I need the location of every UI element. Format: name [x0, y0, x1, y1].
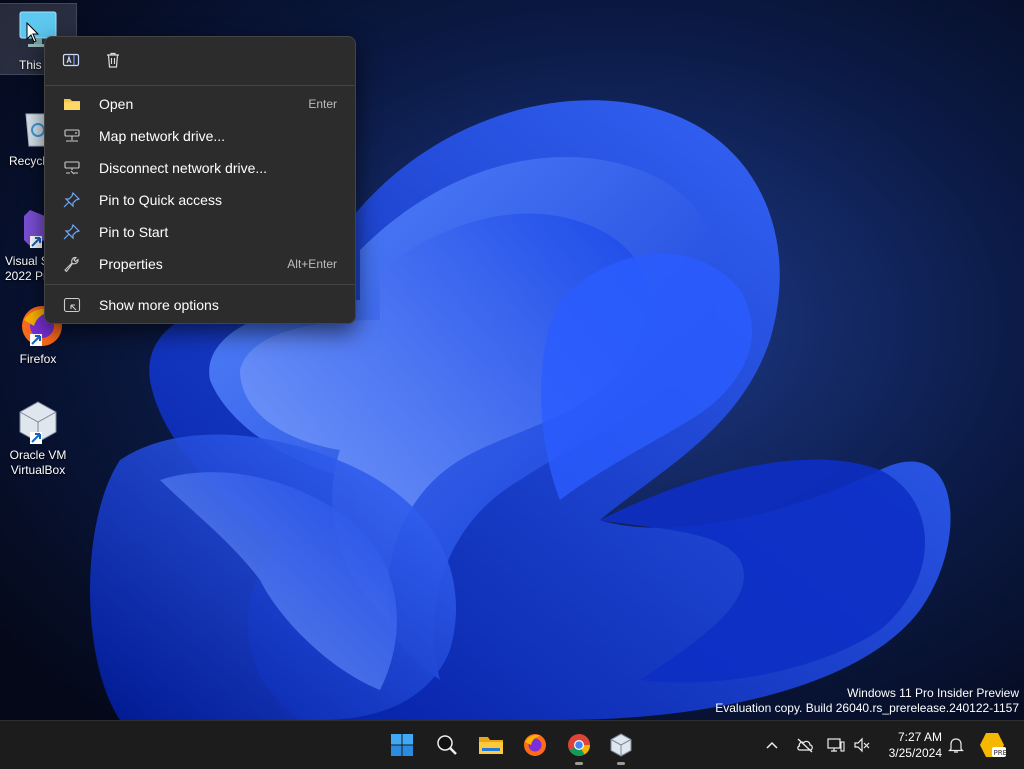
notifications-button[interactable] — [946, 735, 966, 755]
firefox-icon — [524, 734, 546, 756]
pin-icon — [61, 191, 83, 209]
menu-item-label: Disconnect network drive... — [99, 160, 268, 176]
taskbar: 7:27 AM 3/25/2024 PRE — [0, 720, 1024, 769]
running-indicator — [617, 762, 625, 765]
volume-status[interactable] — [852, 735, 872, 755]
start-button[interactable] — [386, 729, 418, 761]
start-icon — [391, 734, 413, 756]
watermark-line-1: Windows 11 Pro Insider Preview — [847, 686, 1019, 700]
menu-item-label: Pin to Quick access — [99, 192, 222, 208]
file-explorer-icon — [479, 737, 503, 754]
context-menu: Open Enter Map network drive... Disconne… — [44, 36, 356, 324]
disconnect-drive-icon — [61, 159, 83, 177]
menu-item-pin-to-quick-access[interactable]: Pin to Quick access — [49, 184, 351, 216]
rename-icon[interactable] — [57, 46, 85, 74]
desktop-icon-virtualbox[interactable]: Oracle VM VirtualBox — [0, 400, 76, 478]
evaluation-watermark: Windows 11 Pro Insider Preview Evaluatio… — [715, 686, 1019, 716]
network-drive-icon — [61, 127, 83, 145]
mouse-cursor-icon — [26, 22, 40, 43]
network-icon — [827, 738, 845, 752]
virtualbox-icon — [610, 733, 632, 757]
taskbar-file-explorer[interactable] — [475, 729, 507, 761]
menu-item-label: Open — [99, 96, 134, 112]
menu-item-label: Show more options — [99, 297, 219, 313]
menu-item-label: Map network drive... — [99, 128, 226, 144]
wrench-icon — [61, 255, 83, 273]
clock-date: 3/25/2024 — [888, 746, 942, 760]
running-indicator — [575, 762, 583, 765]
network-status[interactable] — [826, 735, 846, 755]
menu-item-label: Pin to Start — [99, 224, 169, 240]
search-icon — [437, 735, 457, 755]
menu-separator — [45, 284, 355, 285]
insider-preview-icon: PRE — [980, 733, 1007, 757]
chevron-up-icon — [766, 741, 778, 749]
more-options-icon — [61, 296, 83, 314]
menu-item-show-more-options[interactable]: Show more options — [49, 289, 351, 321]
taskbar-firefox[interactable] — [519, 729, 551, 761]
menu-item-label: Properties — [99, 256, 163, 272]
menu-item-shortcut: Alt+Enter — [287, 257, 337, 271]
insider-preview-badge[interactable]: PRE — [978, 731, 1006, 759]
menu-item-pin-to-start[interactable]: Pin to Start — [49, 216, 351, 248]
search-button[interactable] — [431, 729, 463, 761]
insider-badge-text: PRE — [994, 749, 1007, 757]
virtualbox-icon — [16, 400, 60, 444]
menu-item-disconnect-network-drive[interactable]: Disconnect network drive... — [49, 152, 351, 184]
desktop-icon-label: Firefox — [19, 352, 57, 366]
taskbar-virtualbox[interactable] — [605, 729, 637, 765]
bell-icon — [948, 738, 964, 753]
clock-time: 7:27 AM — [897, 730, 942, 744]
volume-muted-icon — [854, 737, 870, 753]
taskbar-chrome[interactable] — [563, 729, 595, 765]
pin-icon — [61, 223, 83, 241]
folder-icon — [61, 95, 83, 113]
cloud-off-icon — [797, 738, 813, 753]
menu-item-properties[interactable]: Properties Alt+Enter — [49, 248, 351, 280]
onedrive-status[interactable] — [795, 735, 815, 755]
watermark-line-2: Evaluation copy. Build 26040.rs_prerelea… — [715, 701, 1019, 715]
system-clock[interactable]: 7:27 AM 3/25/2024 — [872, 729, 942, 761]
menu-item-open[interactable]: Open Enter — [49, 88, 351, 120]
menu-item-map-network-drive[interactable]: Map network drive... — [49, 120, 351, 152]
context-menu-quick-actions — [45, 37, 355, 83]
desktop-icon-label: Oracle VM VirtualBox — [9, 448, 67, 477]
delete-icon[interactable] — [99, 46, 127, 74]
menu-separator — [45, 85, 355, 86]
chrome-icon — [568, 734, 590, 756]
menu-item-shortcut: Enter — [308, 97, 337, 111]
show-hidden-icons-button[interactable] — [762, 735, 782, 755]
